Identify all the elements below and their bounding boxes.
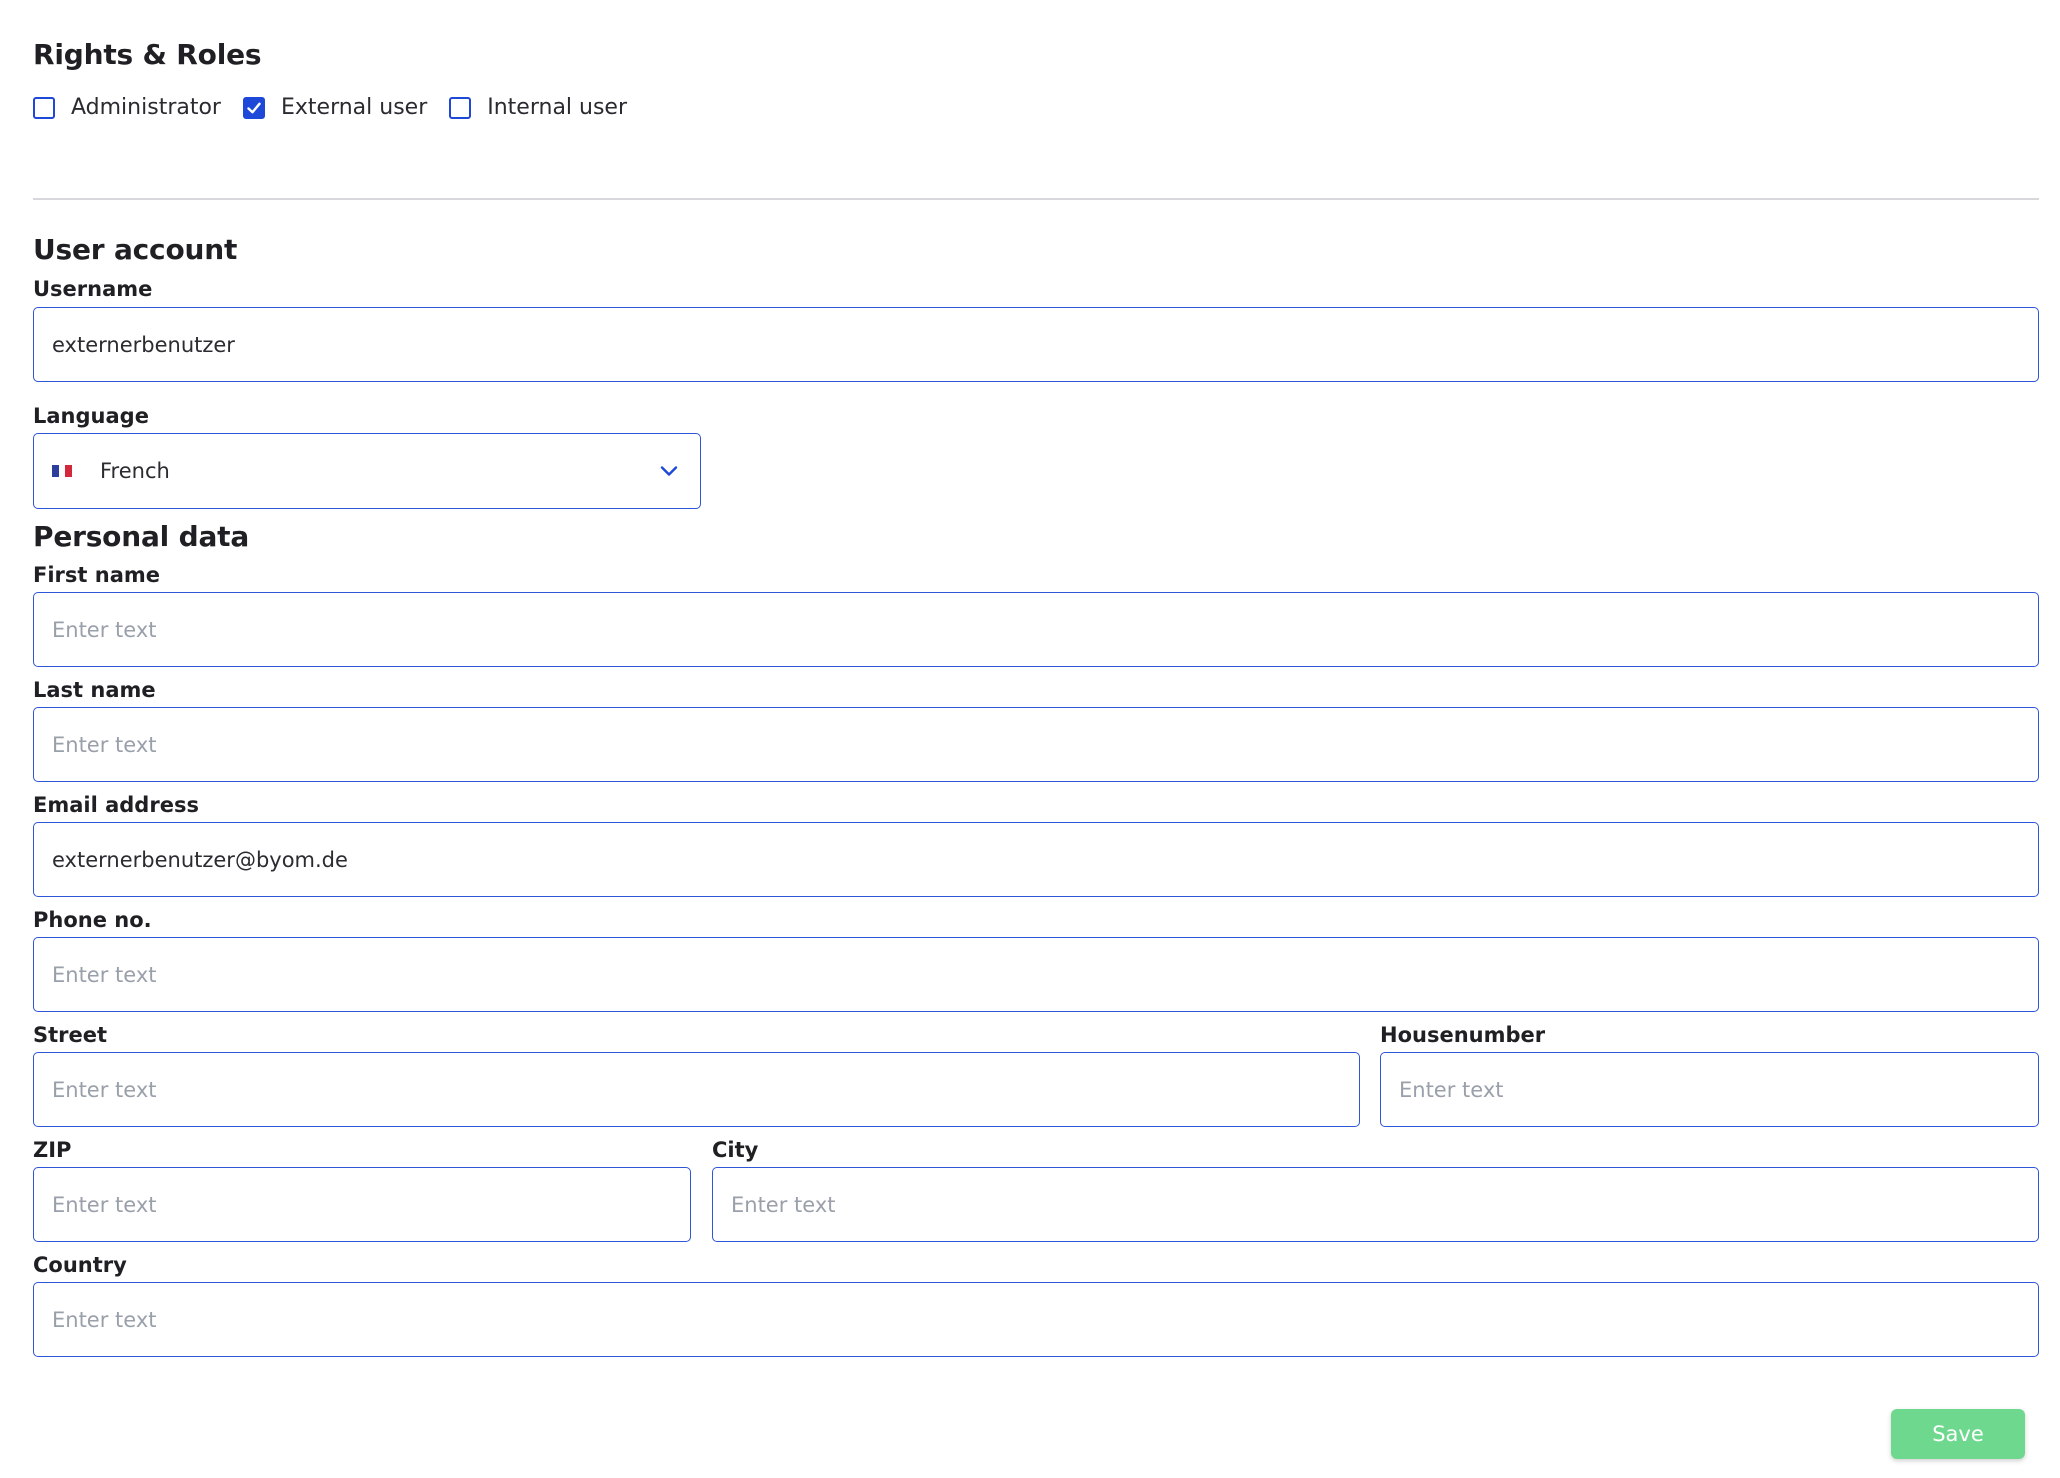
last-name-label: Last name [33, 678, 156, 702]
email-field[interactable] [33, 822, 2039, 897]
role-internal-user[interactable]: Internal user [449, 95, 627, 120]
first-name-field[interactable] [33, 592, 2039, 667]
role-label: Administrator [71, 95, 221, 120]
housenumber-field[interactable] [1380, 1052, 2039, 1127]
personal-data-title: Personal data [33, 520, 250, 553]
country-label: Country [33, 1253, 127, 1277]
zip-label: ZIP [33, 1138, 72, 1162]
phone-input[interactable] [52, 962, 2038, 987]
flag-france-icon [52, 465, 73, 477]
phone-field[interactable] [33, 937, 2039, 1012]
country-field[interactable] [33, 1282, 2039, 1357]
role-external-user[interactable]: External user [242, 95, 428, 120]
first-name-input[interactable] [52, 617, 2038, 642]
zip-input[interactable] [52, 1192, 690, 1217]
user-form-page: Rights & Roles Administrator External us… [0, 0, 2060, 1478]
language-select[interactable]: French [33, 433, 701, 509]
email-label: Email address [33, 793, 199, 817]
checkmark-icon [247, 102, 261, 113]
city-label: City [712, 1138, 759, 1162]
save-button[interactable]: Save [1891, 1409, 2025, 1459]
username-label: Username [33, 277, 153, 301]
housenumber-input[interactable] [1399, 1077, 2038, 1102]
housenumber-label: Housenumber [1380, 1023, 1546, 1047]
language-value: French [100, 459, 170, 483]
street-label: Street [33, 1023, 108, 1047]
street-field[interactable] [33, 1052, 1360, 1127]
first-name-label: First name [33, 563, 160, 587]
country-input[interactable] [52, 1307, 2038, 1332]
external-user-checkbox[interactable] [242, 96, 265, 119]
role-administrator[interactable]: Administrator [33, 95, 221, 120]
role-label: Internal user [487, 95, 628, 120]
username-input[interactable] [52, 332, 2038, 357]
username-field[interactable] [33, 307, 2039, 382]
phone-label: Phone no. [33, 908, 152, 932]
street-input[interactable] [52, 1077, 1359, 1102]
section-divider [33, 198, 2039, 200]
rights-roles-title: Rights & Roles [33, 38, 262, 71]
internal-user-checkbox[interactable] [449, 96, 472, 119]
role-label: External user [280, 95, 428, 120]
city-field[interactable] [712, 1167, 2039, 1242]
last-name-field[interactable] [33, 707, 2039, 782]
chevron-down-icon [660, 466, 678, 476]
roles-checkbox-group: Administrator External user Internal use… [33, 95, 649, 120]
language-label: Language [33, 404, 149, 428]
last-name-input[interactable] [52, 732, 2038, 757]
zip-field[interactable] [33, 1167, 691, 1242]
administrator-checkbox[interactable] [33, 96, 55, 119]
user-account-title: User account [33, 233, 238, 266]
email-input[interactable] [52, 847, 2038, 872]
city-input[interactable] [731, 1192, 2038, 1217]
